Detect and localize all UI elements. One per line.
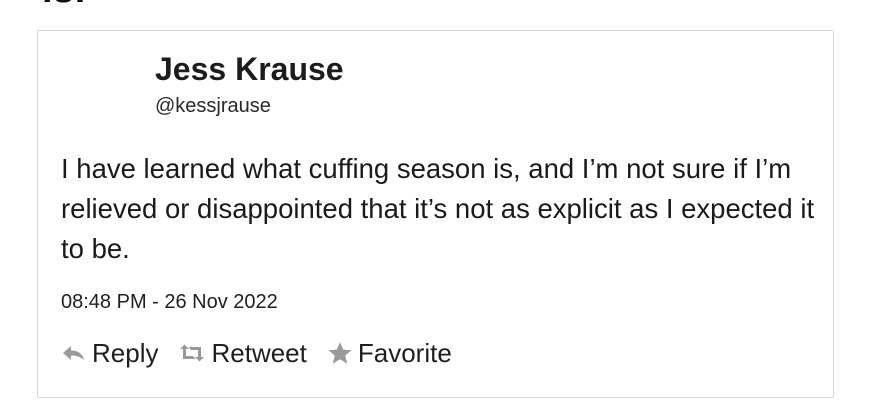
retweet-label: Retweet bbox=[211, 337, 307, 368]
reply-button[interactable]: Reply bbox=[61, 338, 158, 369]
star-icon bbox=[327, 341, 353, 365]
retweet-button[interactable]: Retweet bbox=[178, 337, 307, 369]
author-handle[interactable]: @kessjrause bbox=[155, 95, 271, 118]
avatar bbox=[60, 47, 140, 127]
favorite-label: Favorite bbox=[357, 337, 452, 368]
favorite-button[interactable]: Favorite bbox=[327, 338, 452, 369]
author-name[interactable]: Jess Krause bbox=[155, 51, 344, 88]
reply-arrow-icon bbox=[61, 343, 87, 363]
tweet-timestamp[interactable]: 08:48 PM - 26 Nov 2022 bbox=[61, 291, 278, 314]
tweet-card: Jess Krause @kessjrause I have learned w… bbox=[37, 30, 834, 398]
tweet-text: I have learned what cuffing season is, a… bbox=[61, 153, 815, 264]
retweet-icon bbox=[178, 343, 206, 363]
cut-off-heading: is. bbox=[42, 0, 86, 12]
tweet-actions: Reply Retweet Favorite bbox=[61, 335, 452, 371]
reply-label: Reply bbox=[92, 337, 159, 368]
